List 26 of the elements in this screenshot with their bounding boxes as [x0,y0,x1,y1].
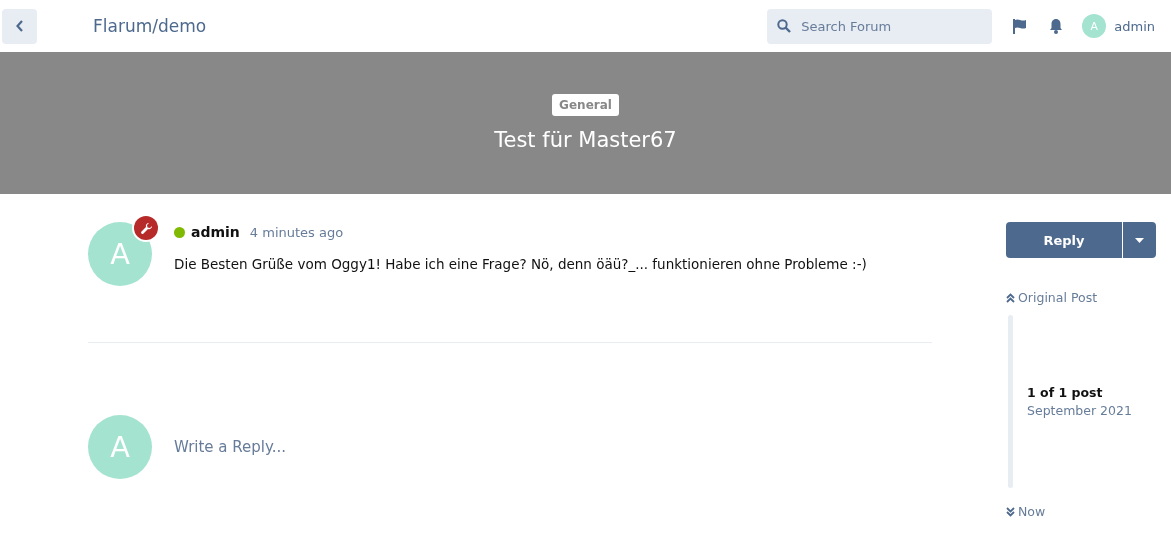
post-date: September 2021 [1027,403,1132,418]
bell-icon [1048,18,1065,34]
post-time[interactable]: 4 minutes ago [249,224,344,240]
search-icon [777,18,792,33]
post-author[interactable]: admin [174,224,240,240]
user-menu-button[interactable]: A admin [1082,14,1155,38]
tag-label[interactable]: General [552,94,619,116]
chevron-left-icon [14,19,25,33]
reply-button[interactable]: Reply [1006,222,1122,258]
dropdown-button[interactable] [1123,222,1156,258]
post-position: 1 of 1 post [1027,385,1104,400]
notifications-button[interactable] [1048,18,1065,34]
back-button[interactable] [2,8,37,44]
forum-title[interactable]: Flarum/demo [93,16,207,36]
search-field[interactable]: Search Forum [767,8,993,44]
flag-icon [1012,18,1029,34]
post-body: Die Besten Grüße vom Oggy1! Habe ich eine Frage? Nö, denn öäü?_... funktionieren ohne Probleme :-) [174,256,867,272]
double-chevron-up-icon [1006,292,1015,303]
now-link[interactable]: Now [1006,504,1156,519]
user-avatar: A [88,415,152,479]
caret-icon [1135,237,1144,243]
discussion-title: Test für Master67 [494,128,677,152]
double-chevron-down-icon [1006,506,1015,517]
original-post-link[interactable]: Original Post [1006,290,1156,305]
flag-button[interactable] [1012,18,1029,34]
wrench-icon [134,216,158,240]
